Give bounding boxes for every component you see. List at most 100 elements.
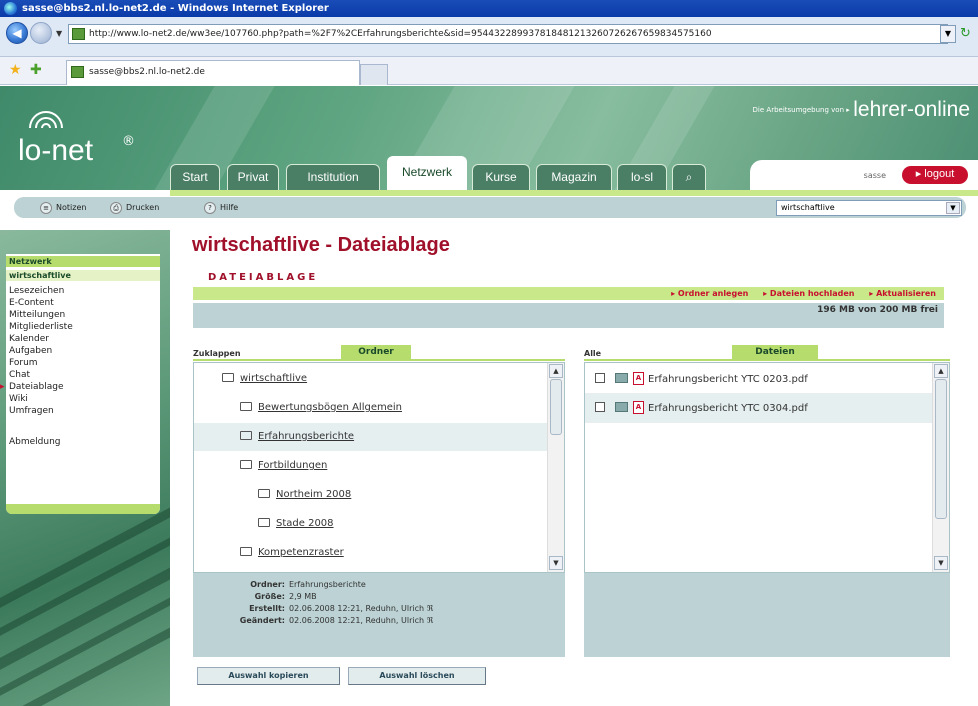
tab-kurse[interactable]: Kurse bbox=[472, 164, 530, 190]
pdf-icon: A bbox=[633, 400, 644, 414]
action-bar: ▸ Ordner anlegen ▸ Dateien hochladen ▸ A… bbox=[193, 287, 944, 300]
sidebar-item-mitteilungen[interactable]: Mitteilungen bbox=[6, 309, 160, 321]
scroll-down-icon[interactable]: ▼ bbox=[549, 556, 563, 570]
tab-netzwerk[interactable]: Netzwerk bbox=[387, 156, 467, 190]
sidebar-item-chat[interactable]: Chat bbox=[6, 369, 160, 381]
sidebar-item-umfragen[interactable]: Umfragen bbox=[6, 405, 160, 417]
favorites-star-icon[interactable]: ★ bbox=[9, 62, 22, 78]
sidebar-item-kalender[interactable]: Kalender bbox=[6, 333, 160, 345]
favorites-bar: ★ ✚ sasse@bbs2.nl.lo-net2.de bbox=[0, 57, 978, 85]
side-menu-footer bbox=[6, 504, 160, 514]
new-tab-button[interactable] bbox=[360, 64, 388, 85]
folder-icon bbox=[240, 401, 252, 411]
window-title: sasse@bbs2.nl.lo-net2.de - Windows Inter… bbox=[22, 3, 329, 14]
file-row[interactable]: A Erfahrungsbericht YTC 0304.pdf bbox=[585, 394, 933, 423]
user-profile-icon[interactable]: ℜ bbox=[427, 616, 434, 625]
copy-selection-button[interactable]: Auswahl kopieren bbox=[197, 667, 340, 685]
partner-caption: Die Arbeitsumgebung von ▸ bbox=[752, 106, 850, 114]
folder-row[interactable]: Stade 2008 bbox=[194, 510, 548, 538]
tab-privat[interactable]: Privat bbox=[227, 164, 279, 190]
notes-icon: ≡ bbox=[40, 201, 52, 214]
delete-selection-button[interactable]: Auswahl löschen bbox=[348, 667, 486, 685]
logout-button[interactable]: ▸ logout bbox=[902, 166, 968, 184]
file-scroll-thumb[interactable] bbox=[935, 379, 947, 519]
side-menu-heading[interactable]: Netzwerk bbox=[6, 256, 160, 267]
print-button[interactable]: ⎙ Drucken bbox=[110, 200, 159, 215]
sidebar-item-forum[interactable]: Forum bbox=[6, 357, 160, 369]
browser-tab[interactable]: sasse@bbs2.nl.lo-net2.de bbox=[66, 60, 360, 85]
site-header: lo-net ® Die Arbeitsumgebung von ▸ lehre… bbox=[0, 86, 978, 190]
preview-icon[interactable] bbox=[615, 402, 628, 412]
preview-icon[interactable] bbox=[615, 373, 628, 383]
scroll-up-icon[interactable]: ▲ bbox=[934, 364, 948, 378]
browser-title-bar: sasse@bbs2.nl.lo-net2.de - Windows Inter… bbox=[0, 0, 978, 17]
group-select-value: wirtschaftlive bbox=[781, 203, 835, 212]
history-dropdown-icon[interactable]: ▼ bbox=[56, 29, 62, 38]
partner-brand: lehrer-online bbox=[853, 98, 970, 121]
tab-institution[interactable]: Institution bbox=[286, 164, 380, 190]
section-subheading: DATEIABLAGE bbox=[208, 272, 319, 283]
folder-scrollbar[interactable]: ▲ ▼ bbox=[547, 363, 564, 572]
create-folder-link[interactable]: ▸ Ordner anlegen bbox=[671, 289, 748, 298]
file-name: Erfahrungsbericht YTC 0304.pdf bbox=[648, 403, 808, 414]
side-menu-group[interactable]: wirtschaftlive bbox=[6, 270, 160, 281]
sidebar-item-mitgliederliste[interactable]: Mitgliederliste bbox=[6, 321, 160, 333]
file-scrollbar[interactable]: ▲ ▼ bbox=[932, 363, 949, 572]
pdf-icon: A bbox=[633, 371, 644, 385]
tab-magazin[interactable]: Magazin bbox=[536, 164, 612, 190]
group-select[interactable]: wirtschaftlive ▼ bbox=[776, 200, 962, 216]
refresh-icon[interactable]: ↻ bbox=[960, 25, 978, 43]
select-all-link[interactable]: Alle bbox=[584, 349, 601, 358]
sidebar-item-lesezeichen[interactable]: Lesezeichen bbox=[6, 285, 160, 297]
username: sasse bbox=[863, 171, 886, 180]
folders-tag: Ordner bbox=[341, 345, 411, 359]
folder-row[interactable]: Kompetenzraster bbox=[194, 539, 548, 567]
refresh-link[interactable]: ▸ Aktualisieren bbox=[869, 289, 936, 298]
folder-row-selected[interactable]: Erfahrungsberichte bbox=[194, 423, 548, 451]
upload-files-link[interactable]: ▸ Dateien hochladen bbox=[763, 289, 854, 298]
folders-header-line bbox=[193, 359, 565, 361]
sidebar-item-e-content[interactable]: E-Content bbox=[6, 297, 160, 309]
url-dropdown-icon[interactable]: ▼ bbox=[940, 25, 956, 43]
files-header-line bbox=[584, 359, 950, 361]
files-tag: Dateien bbox=[732, 345, 818, 359]
notes-button[interactable]: ≡ Notizen bbox=[40, 200, 86, 215]
info-size: Größe: 2,9 MB bbox=[254, 592, 317, 601]
url-input[interactable]: http://www.lo-net2.de/ww3ee/107760.php?p… bbox=[68, 24, 948, 44]
folder-row[interactable]: Northeim 2008 bbox=[194, 481, 548, 509]
user-profile-icon[interactable]: ℜ bbox=[427, 604, 434, 613]
file-checkbox[interactable] bbox=[595, 373, 605, 383]
info-changed: Geändert: 02.06.2008 12:21, Reduhn, Ulric… bbox=[239, 616, 434, 625]
file-row[interactable]: A Erfahrungsbericht YTC 0203.pdf bbox=[585, 365, 933, 394]
collapse-link[interactable]: Zuklappen bbox=[193, 349, 241, 358]
help-button[interactable]: ? Hilfe bbox=[204, 200, 238, 215]
folder-icon bbox=[258, 517, 270, 527]
tab-favicon-icon bbox=[71, 66, 84, 78]
folder-row[interactable]: Fortbildungen bbox=[194, 452, 548, 480]
sidebar-item-dateiablage[interactable]: Dateiablage bbox=[0, 381, 160, 393]
user-box: sasse ▸ logout bbox=[750, 160, 978, 190]
folder-icon bbox=[258, 488, 270, 498]
logout-label: logout bbox=[924, 168, 955, 180]
folder-icon bbox=[222, 372, 234, 382]
folder-row[interactable]: Bewertungsbögen Allgemein bbox=[194, 394, 548, 422]
url-text: http://www.lo-net2.de/ww3ee/107760.php?p… bbox=[89, 29, 712, 39]
file-checkbox[interactable] bbox=[595, 402, 605, 412]
add-favorite-icon[interactable]: ✚ bbox=[30, 62, 42, 78]
back-button[interactable]: ◀ bbox=[6, 22, 28, 44]
wave-icon bbox=[29, 111, 63, 129]
scroll-down-icon[interactable]: ▼ bbox=[934, 556, 948, 570]
tab-lo-sl[interactable]: lo-sl bbox=[617, 164, 667, 190]
folder-scroll-thumb[interactable] bbox=[550, 379, 562, 435]
folder-row[interactable]: wirtschaftlive bbox=[194, 365, 548, 393]
tab-start[interactable]: Start bbox=[170, 164, 220, 190]
forward-button[interactable] bbox=[30, 22, 52, 44]
sidebar-item-aufgaben[interactable]: Aufgaben bbox=[6, 345, 160, 357]
search-icon[interactable]: ⌕ bbox=[672, 164, 706, 190]
toolbar: ≡ Notizen ⎙ Drucken ? Hilfe wirtschaftlive … bbox=[14, 197, 966, 218]
sidebar-item-abmeldung[interactable]: Abmeldung bbox=[6, 436, 160, 448]
folder-icon bbox=[240, 546, 252, 556]
partner-link[interactable]: Die Arbeitsumgebung von ▸ lehrer-online bbox=[753, 98, 970, 122]
scroll-up-icon[interactable]: ▲ bbox=[549, 364, 563, 378]
sidebar-item-wiki[interactable]: Wiki bbox=[6, 393, 160, 405]
